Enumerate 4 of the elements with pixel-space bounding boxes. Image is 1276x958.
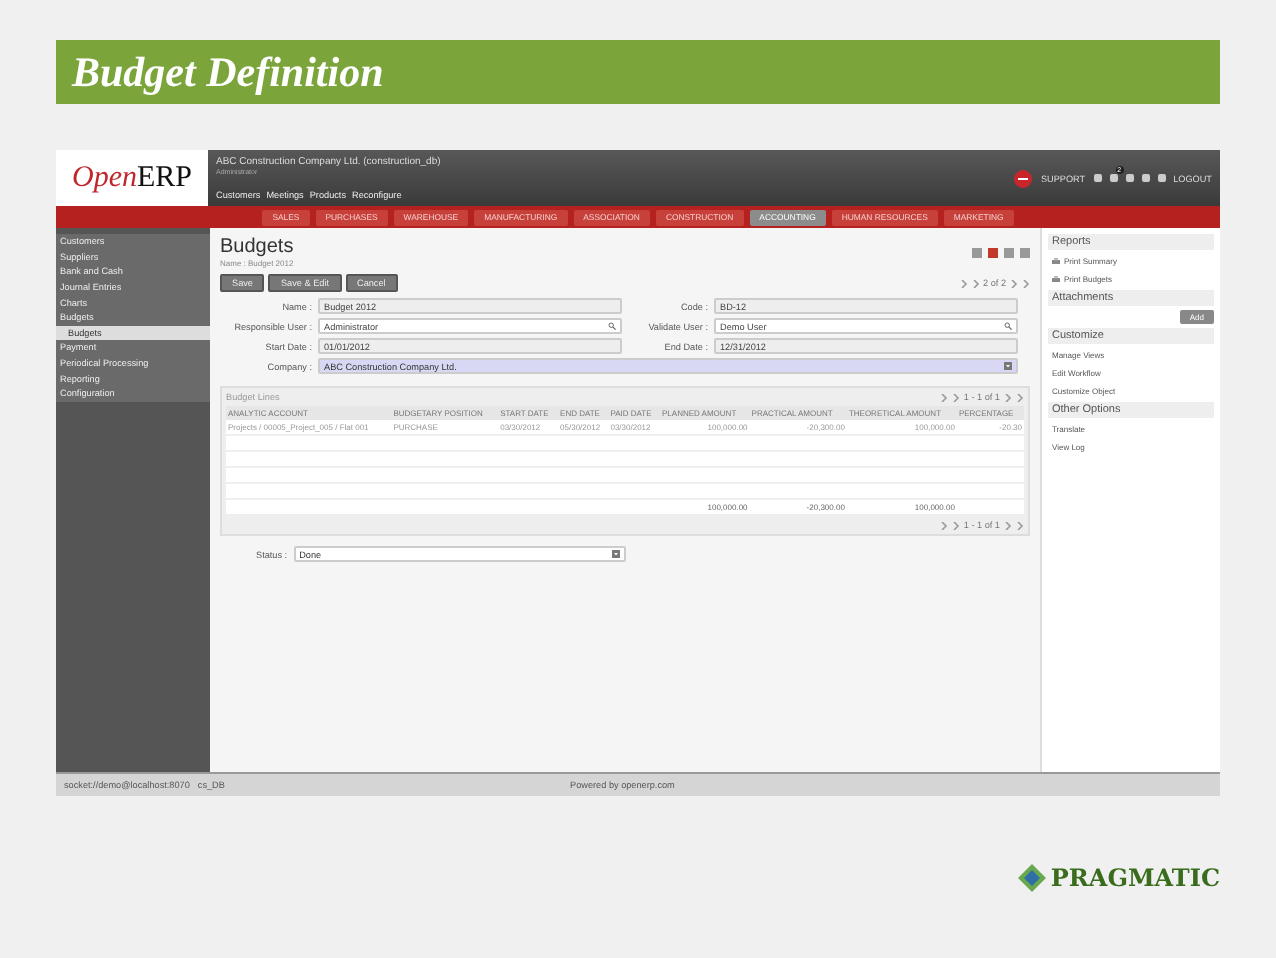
brand-name: PRAGMATIC xyxy=(1050,863,1220,891)
slide-title: Budget Definition xyxy=(72,47,384,97)
page-title: Budgets xyxy=(220,236,294,258)
app-logo: OpenERP xyxy=(56,150,208,206)
